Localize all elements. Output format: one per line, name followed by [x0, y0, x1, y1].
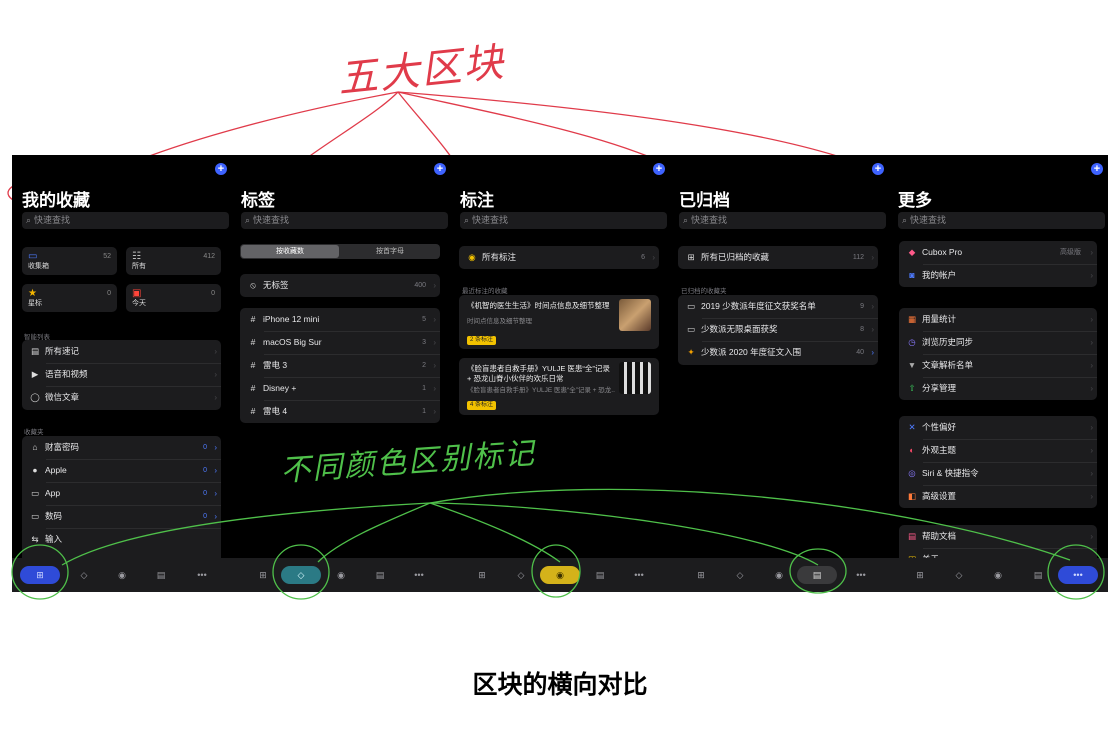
annotation-green-arrows — [11, 488, 1105, 600]
figure-caption: 区块的横向对比 — [472, 671, 648, 699]
